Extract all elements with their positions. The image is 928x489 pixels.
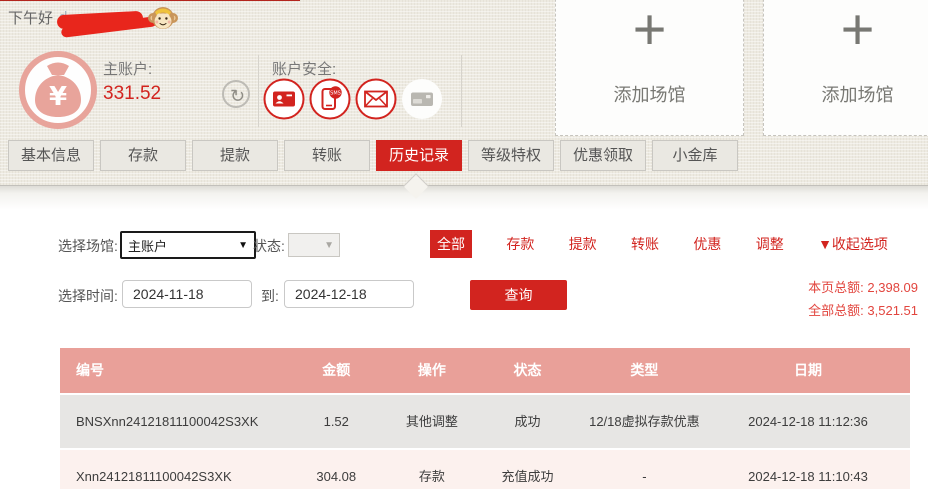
tab-deposit[interactable]: 存款 xyxy=(100,140,186,171)
collapse-options-toggle[interactable]: ▼收起选项 xyxy=(818,234,888,254)
date-from-input[interactable] xyxy=(122,280,252,308)
col-header-amount: 金额 xyxy=(281,348,392,393)
cell-operation: 存款 xyxy=(392,450,473,489)
tab-vault[interactable]: 小金库 xyxy=(652,140,738,171)
filter-withdraw[interactable]: 提款 xyxy=(569,234,597,254)
tab-basic-info[interactable]: 基本信息 xyxy=(8,140,94,171)
add-venue-label: 添加场馆 xyxy=(822,81,894,107)
cell-operation: 其他调整 xyxy=(392,395,473,448)
plus-icon: + xyxy=(841,5,875,55)
tab-promo-claim[interactable]: 优惠领取 xyxy=(560,140,646,171)
id-card-icon[interactable] xyxy=(263,78,305,120)
mail-icon[interactable] xyxy=(355,78,397,120)
to-label: 到: xyxy=(261,286,279,306)
cell-status: 充值成功 xyxy=(472,450,583,489)
tab-history[interactable]: 历史记录 xyxy=(376,140,462,171)
plus-icon: + xyxy=(633,5,667,55)
quick-filters: 全部 存款 提款 转账 优惠 调整 ▼收起选项 xyxy=(430,230,888,258)
table-row: BNSXnn24121811100042S3XK 1.52 其他调整 成功 12… xyxy=(60,393,910,448)
triangle-down-icon: ▼ xyxy=(818,236,832,252)
table-row: Xnn24121811100042S3XK 304.08 存款 充值成功 - 2… xyxy=(60,448,910,489)
account-security-label: 账户安全: xyxy=(272,58,336,79)
money-bag-icon: ¥ xyxy=(18,50,98,130)
greeting-text: 下午好 xyxy=(8,7,53,28)
main-account-label: 主账户: xyxy=(103,58,152,79)
redaction-scribble xyxy=(55,11,160,35)
sms-phone-icon[interactable]: SMS xyxy=(309,78,351,120)
top-red-line xyxy=(0,0,300,1)
refresh-icon[interactable]: ↻ xyxy=(222,80,250,108)
collapse-options-label: 收起选项 xyxy=(832,236,888,252)
totals-summary: 本页总额: 2,398.09 全部总额: 3,521.51 xyxy=(808,276,918,322)
svg-text:SMS: SMS xyxy=(330,91,341,97)
svg-text:¥: ¥ xyxy=(49,82,67,112)
divider xyxy=(258,55,259,127)
chevron-down-icon: ▼ xyxy=(238,240,248,251)
col-header-status: 状态 xyxy=(472,348,583,393)
col-header-id: 编号 xyxy=(60,348,281,393)
col-header-operation: 操作 xyxy=(392,348,473,393)
cell-id: BNSXnn24121811100042S3XK xyxy=(60,395,281,448)
status-select[interactable]: ▼ xyxy=(288,233,340,257)
cell-type: - xyxy=(583,450,706,489)
tab-withdraw[interactable]: 提款 xyxy=(192,140,278,171)
divider xyxy=(461,55,462,127)
cell-amount: 304.08 xyxy=(281,450,392,489)
filter-deposit[interactable]: 存款 xyxy=(506,234,534,254)
col-header-date: 日期 xyxy=(706,348,910,393)
cell-amount: 1.52 xyxy=(281,395,392,448)
security-icons-row: SMS xyxy=(263,78,443,120)
date-to-input[interactable] xyxy=(284,280,414,308)
cell-status: 成功 xyxy=(472,395,583,448)
tab-vip-privilege[interactable]: 等级特权 xyxy=(468,140,554,171)
filter-promo[interactable]: 优惠 xyxy=(693,234,721,254)
monkey-emoji-icon xyxy=(147,2,179,34)
add-venue-panel[interactable]: + 添加场馆 xyxy=(763,0,928,136)
status-select-label: 状态: xyxy=(253,236,285,256)
filter-adjust[interactable]: 调整 xyxy=(756,234,784,254)
venue-select-label: 选择场馆: xyxy=(58,236,118,256)
cell-date: 2024-12-18 11:12:36 xyxy=(706,395,910,448)
col-header-type: 类型 xyxy=(583,348,706,393)
cell-date: 2024-12-18 11:10:43 xyxy=(706,450,910,489)
venue-select-value: 主账户 xyxy=(128,236,167,255)
account-balance: 331.52 xyxy=(103,83,161,105)
time-select-label: 选择时间: xyxy=(58,286,118,306)
table-header-row: 编号 金额 操作 状态 类型 日期 xyxy=(60,348,910,393)
page-total: 本页总额: 2,398.09 xyxy=(808,276,918,299)
history-table: 编号 金额 操作 状态 类型 日期 BNSXnn24121811100042S3… xyxy=(60,348,910,489)
cell-type: 12/18虚拟存款优惠 xyxy=(583,395,706,448)
account-tabs: 基本信息 存款 提款 转账 历史记录 等级特权 优惠领取 小金库 xyxy=(8,140,744,171)
cell-id: Xnn24121811100042S3XK xyxy=(60,450,281,489)
query-button[interactable]: 查询 xyxy=(470,280,567,310)
tab-transfer[interactable]: 转账 xyxy=(284,140,370,171)
bank-card-icon[interactable] xyxy=(401,78,443,120)
account-history-page: 下午好 d ¥ 主账户: 331.52 ↻ 账户安全: xyxy=(0,0,928,489)
add-venue-label: 添加场馆 xyxy=(614,81,686,107)
add-venue-panel[interactable]: + 添加场馆 xyxy=(555,0,744,136)
filter-transfer[interactable]: 转账 xyxy=(631,234,659,254)
chevron-down-icon: ▼ xyxy=(324,240,334,251)
venue-select[interactable]: 主账户 ▼ xyxy=(120,231,256,259)
all-total: 全部总额: 3,521.51 xyxy=(808,299,918,322)
filter-all[interactable]: 全部 xyxy=(430,230,472,258)
